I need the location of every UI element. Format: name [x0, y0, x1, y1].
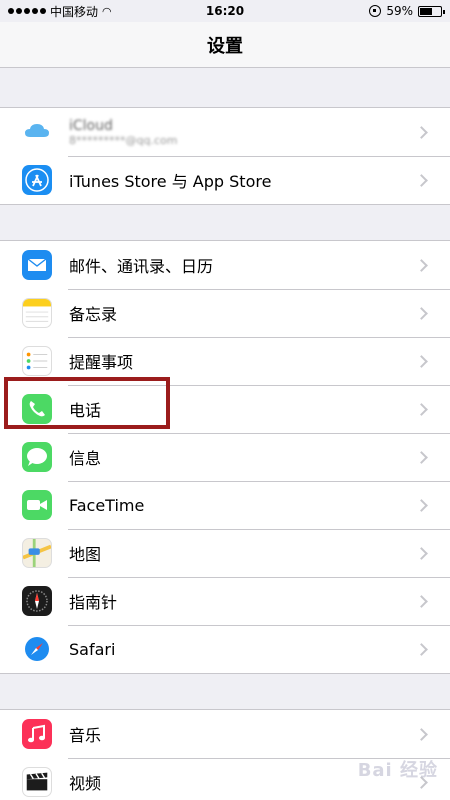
notes-label: 备忘录: [69, 305, 118, 324]
settings-row-messages[interactable]: 信息: [0, 433, 450, 481]
settings-row-maps[interactable]: 地图: [0, 529, 450, 577]
settings-row-safari[interactable]: Safari: [0, 625, 450, 673]
video-icon: [22, 767, 52, 797]
signal-strength-icon: [8, 8, 46, 14]
reminders-label: 提醒事项: [69, 353, 134, 372]
settings-group-accounts: iCloud 8*********@qq.com iTunes Store 与 …: [0, 107, 450, 205]
settings-group-media: 音乐 视频: [0, 709, 450, 800]
icloud-icon: [22, 117, 52, 147]
messages-label: 信息: [69, 449, 102, 468]
chevron-right-icon: [415, 642, 428, 656]
settings-row-icloud[interactable]: iCloud 8*********@qq.com: [0, 108, 450, 156]
battery-percent: 59%: [386, 4, 413, 18]
facetime-label: FaceTime: [69, 495, 145, 515]
reminders-icon: [22, 346, 52, 376]
carrier-name: 中国移动: [50, 4, 99, 19]
chevron-right-icon: [415, 258, 428, 272]
chevron-right-icon: [415, 354, 428, 368]
messages-icon: [22, 442, 52, 472]
compass-label: 指南针: [69, 593, 118, 612]
orientation-lock-icon: [369, 5, 382, 17]
settings-row-facetime[interactable]: FaceTime: [0, 481, 450, 529]
safari-label: Safari: [69, 639, 116, 659]
chevron-right-icon: [415, 727, 428, 741]
safari-icon: [22, 634, 52, 664]
mail-icon: [22, 250, 52, 280]
icloud-label: iCloud: [69, 117, 113, 134]
watermark: Bai 经验: [357, 760, 438, 781]
nav-bar: 设置: [0, 22, 450, 68]
music-icon: [22, 719, 52, 749]
maps-label: 地图: [69, 545, 102, 564]
chevron-right-icon: [415, 306, 428, 320]
status-bar: 中国移动 ◠ 16:20 59%: [0, 0, 450, 22]
app-store-icon: [22, 165, 52, 195]
app-store-label: iTunes Store 与 App Store: [69, 172, 272, 191]
settings-row-notes[interactable]: 备忘录: [0, 289, 450, 337]
icloud-account: 8*********@qq.com: [69, 133, 178, 147]
maps-icon: [22, 538, 52, 568]
chevron-right-icon: [415, 546, 428, 560]
wifi-icon: ◠: [102, 4, 112, 18]
compass-icon: [22, 586, 52, 616]
chevron-right-icon: [415, 498, 428, 512]
settings-row-mail[interactable]: 邮件、通讯录、日历: [0, 241, 450, 289]
battery-level: [420, 7, 432, 15]
highlight-annotation: [4, 377, 170, 429]
settings-row-compass[interactable]: 指南针: [0, 577, 450, 625]
page-title: 设置: [207, 35, 243, 57]
settings-group-apps: 邮件、通讯录、日历 备忘录 提醒事项 电话 信息 FaceTime 地图 指南针…: [0, 240, 450, 674]
battery-icon: [418, 5, 445, 17]
chevron-right-icon: [415, 173, 428, 187]
settings-row-app-store[interactable]: iTunes Store 与 App Store: [0, 156, 450, 204]
facetime-icon: [22, 490, 52, 520]
music-label: 音乐: [69, 726, 102, 745]
chevron-right-icon: [415, 450, 428, 464]
mail-label: 邮件、通讯录、日历: [69, 257, 214, 276]
notes-icon: [22, 298, 52, 328]
chevron-right-icon: [415, 594, 428, 608]
chevron-right-icon: [415, 402, 428, 416]
chevron-right-icon: [415, 125, 428, 139]
settings-row-music[interactable]: 音乐: [0, 710, 450, 758]
